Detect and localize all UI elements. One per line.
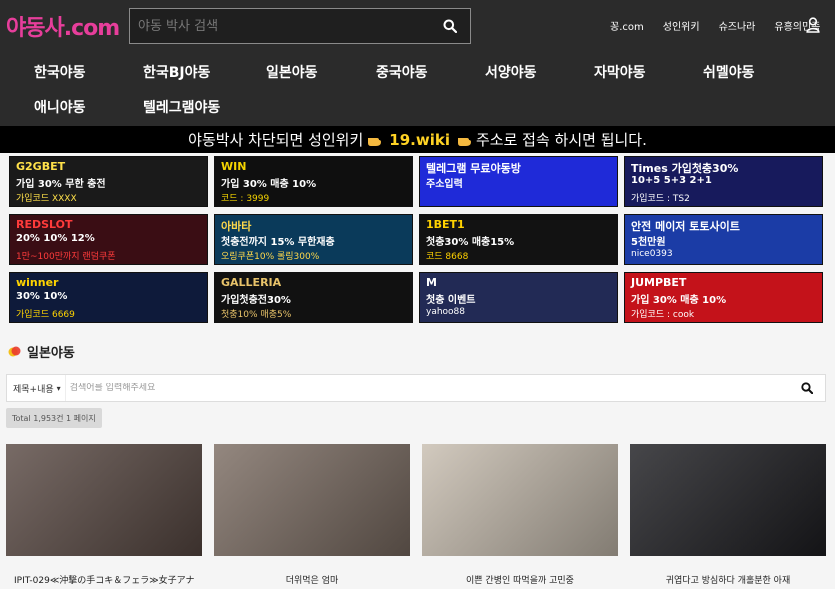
search-field-select-label: 제목+내용 xyxy=(13,384,54,395)
ad-banner-title: REDSLOT xyxy=(16,218,73,231)
nav-item-shemale[interactable]: 쉬멜야동 xyxy=(703,62,755,82)
video-title[interactable]: IPIT-029≪沖撃の手コキ＆フェラ≫女子アナ xyxy=(14,573,210,586)
nav-item-japanese[interactable]: 일본야동 xyxy=(266,62,318,82)
ad-banner[interactable]: winner 30% 10% 가입코드 6669 xyxy=(9,272,208,323)
site-logo[interactable]: 야동사.com xyxy=(6,10,120,42)
video-thumbnail[interactable] xyxy=(630,444,826,556)
nav-item-korean[interactable]: 한국야동 xyxy=(34,62,86,82)
ad-banner-line1: 첫충전까지 15% 무한재충 xyxy=(221,237,335,248)
section-title: 일본야동 xyxy=(27,346,75,361)
ad-banner-line2: 가입코드 XXXX xyxy=(16,194,77,204)
ad-banner-title: 아바타 xyxy=(221,220,252,233)
ad-banner-title: WIN xyxy=(221,160,247,173)
ad-banner[interactable]: JUMPBET 가입 30% 매충 10% 가입코드 : cook xyxy=(624,272,823,323)
nav-item-telegram[interactable]: 텔레그램야동 xyxy=(143,97,220,117)
ad-banner[interactable]: 안전 메이저 토토사이트 5천만원 nice0393 xyxy=(624,214,823,265)
video-title[interactable]: 더위먹은 엄마 xyxy=(214,573,410,586)
section-dot-icon xyxy=(8,346,21,357)
ad-banner-line2: nice0393 xyxy=(631,249,673,259)
board-search-icon[interactable] xyxy=(789,382,825,394)
nav-item-subtitled[interactable]: 자막야동 xyxy=(594,62,646,82)
board-search-input[interactable] xyxy=(65,383,789,393)
search-icon[interactable] xyxy=(430,9,470,43)
ad-banner-title: G2GBET xyxy=(16,160,66,173)
video-thumbnail[interactable] xyxy=(6,444,202,556)
nav-item-korean-bj[interactable]: 한국BJ야동 xyxy=(143,62,210,82)
ad-banner-line2: 코드 : 3999 xyxy=(221,194,270,204)
ad-banner-line1: 첫충30% 매충15% xyxy=(426,237,515,248)
video-thumbnail[interactable] xyxy=(422,444,618,556)
ad-banner-title: Times 가입첫충30% xyxy=(631,162,739,175)
chevron-down-icon: ▾ xyxy=(56,383,61,393)
ad-banner[interactable]: M 첫충 이벤트 yahoo88 xyxy=(419,272,618,323)
search-input[interactable] xyxy=(130,9,430,43)
ad-banner-line1: 가입 30% 매충 10% xyxy=(631,295,727,306)
notice-bar: 야동박사 차단되면 성인위키 19.wiki 주소로 접속 하시면 됩니다. xyxy=(0,126,835,153)
ad-banner-title: JUMPBET xyxy=(631,276,687,289)
ad-banner-line1: 30% 10% xyxy=(16,291,68,302)
nav-item-chinese[interactable]: 중국야동 xyxy=(376,62,428,82)
ad-banner-line1: 10+5 5+3 2+1 xyxy=(631,175,712,186)
ad-banner[interactable]: 아바타첫충전까지 15% 무한재충오링쿠폰10% 롤링300% xyxy=(214,214,413,265)
video-title[interactable]: 이쁜 간병인 따먹을까 고민중 xyxy=(422,573,618,586)
ad-banner[interactable]: Times 가입첫충30% 10+5 5+3 2+1 가입코드 : TS2 xyxy=(624,156,823,207)
ad-banner[interactable]: 텔레그램 무료야동방주소입력 xyxy=(419,156,618,207)
total-count-badge: Total 1,953건 1 페이지 xyxy=(6,408,102,428)
ad-banner-title: GALLERIA xyxy=(221,276,282,289)
ad-banner-line1: 20% 10% 12% xyxy=(16,233,95,244)
ad-banner-line2: 1만~100만까지 랜덤쿠폰 xyxy=(16,252,116,262)
thumbnail-image xyxy=(422,444,618,556)
ad-banner-line1: 5천만원 xyxy=(631,237,666,248)
ad-banner-line2: 가입코드 : TS2 xyxy=(631,194,690,204)
top-link-0[interactable]: 꽁.com xyxy=(610,18,644,33)
ad-banner-line2: 오링쿠폰10% 롤링300% xyxy=(221,252,320,262)
ad-banner-line2: 첫충10% 매충5% xyxy=(221,310,292,320)
ad-banner[interactable]: 1BET1 첫충30% 매충15% 코드 8668 xyxy=(419,214,618,265)
ad-banner-line1: 첫충 이벤트 xyxy=(426,295,476,306)
notice-text-after: 주소로 접속 하시면 됩니다. xyxy=(475,131,647,149)
pointing-hand-icon xyxy=(367,133,382,146)
ad-banner-title: M xyxy=(426,276,437,289)
ad-banner-line1: 가입 30% 매충 10% xyxy=(221,179,317,190)
board-search: 제목+내용 ▾ xyxy=(6,374,826,402)
search-field-select[interactable]: 제목+내용 ▾ xyxy=(7,375,66,401)
ad-banner-line1: 가입 30% 무한 충전 xyxy=(16,179,106,190)
top-links: 꽁.com 성인위키 슈즈나라 유흥의민족 xyxy=(610,18,835,33)
ad-banner[interactable]: REDSLOT 20% 10% 12% 1만~100만까지 랜덤쿠폰 xyxy=(9,214,208,265)
video-thumbnail[interactable] xyxy=(214,444,410,556)
ad-banner[interactable]: G2GBET 가입 30% 무한 충전가입코드 XXXX xyxy=(9,156,208,207)
ad-banner-line2: yahoo88 xyxy=(426,307,466,317)
ad-banner-line2: 가입코드 6669 xyxy=(16,310,75,320)
nav-item-anime[interactable]: 애니야동 xyxy=(34,97,86,117)
ad-banner-title: 1BET1 xyxy=(426,218,465,231)
notice-wiki-link[interactable]: 19.wiki xyxy=(389,131,450,149)
thumbnail-image xyxy=(630,444,826,556)
user-icon[interactable] xyxy=(806,17,820,33)
video-title[interactable]: 귀엽다고 방심하다 개홀분한 아재 xyxy=(630,573,826,586)
ad-banner[interactable]: GALLERIA 가입첫충전30% 첫충10% 매충5% xyxy=(214,272,413,323)
site-search xyxy=(129,8,471,44)
site-header: 야동사.com 꽁.com 성인위키 슈즈나라 유흥의민족 한국야동 한국BJ야… xyxy=(0,0,835,126)
thumbnail-image xyxy=(6,444,202,556)
ad-banner-line1: 주소입력 xyxy=(426,179,463,190)
top-link-2[interactable]: 슈즈나라 xyxy=(719,18,756,33)
ad-banner-line1: 가입첫충전30% xyxy=(221,295,291,306)
ad-banner-title: 안전 메이저 토토사이트 xyxy=(631,220,740,233)
ad-banner-title: winner xyxy=(16,276,59,289)
section-heading: 일본야동 xyxy=(8,342,75,361)
ad-banner[interactable]: WIN 가입 30% 매충 10% 코드 : 3999 xyxy=(214,156,413,207)
ad-banner-line2: 코드 8668 xyxy=(426,252,469,262)
ad-banner-line2: 가입코드 : cook xyxy=(631,310,695,320)
notice-text-before: 야동박사 차단되면 성인위키 xyxy=(188,131,364,149)
pointing-hand-icon xyxy=(457,133,472,146)
ad-banner-title: 텔레그램 무료야동방 xyxy=(426,162,521,175)
nav-item-western[interactable]: 서양야동 xyxy=(485,62,537,82)
top-link-1[interactable]: 성인위키 xyxy=(663,18,700,33)
thumbnail-image xyxy=(214,444,410,556)
